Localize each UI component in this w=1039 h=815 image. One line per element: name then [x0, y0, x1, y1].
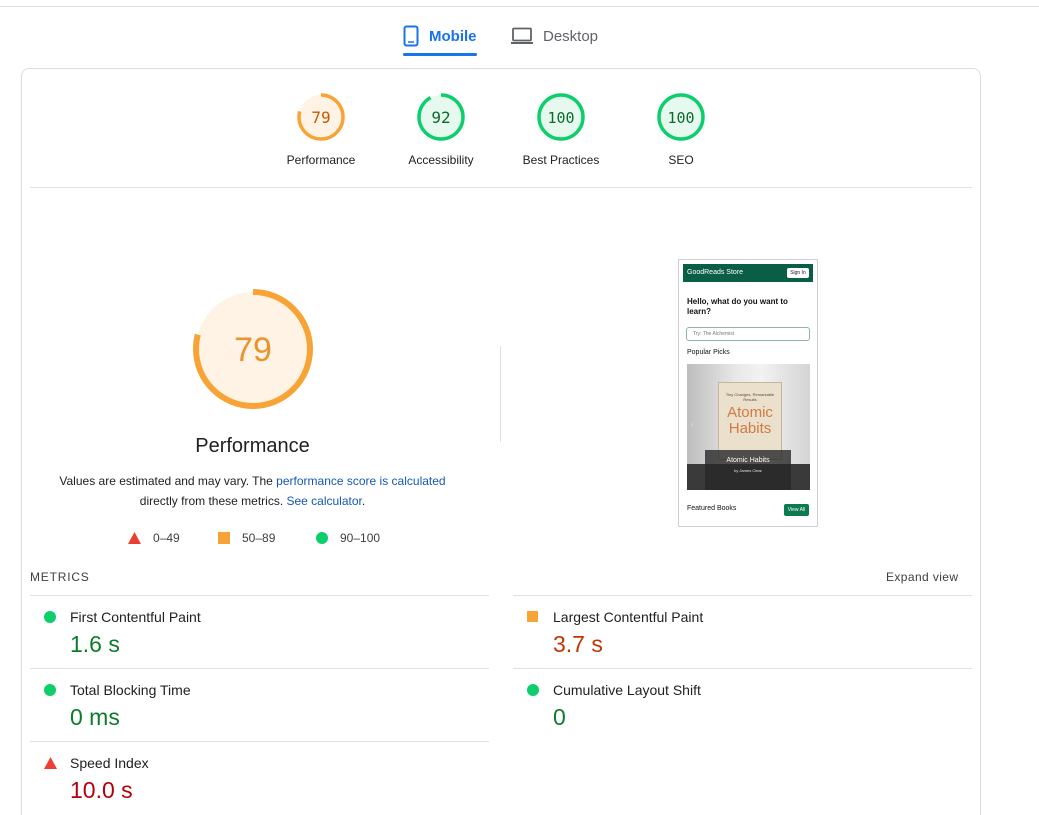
score-calculated-link[interactable]: performance score is calculated	[276, 474, 445, 488]
screenshot-popular-label: Popular Picks	[687, 349, 730, 356]
screenshot-signin: Sign In	[787, 268, 809, 278]
screenshot-featured-label: Featured Books	[687, 505, 737, 512]
performance-description: Values are estimated and may vary. The p…	[40, 471, 465, 511]
book-caption-author: by James Clear	[734, 468, 762, 473]
metric-value: 10.0 s	[70, 777, 133, 803]
laptop-icon	[511, 27, 533, 44]
top-divider	[0, 6, 1039, 7]
book-caption: Atomic Habits by James Clear	[705, 450, 791, 490]
metric-largest-contentful-paint: Largest Contentful Paint 3.7 s	[513, 596, 963, 668]
legend-range: 0–49	[153, 531, 180, 545]
square-icon	[527, 611, 538, 622]
square-icon	[218, 532, 230, 544]
tab-desktop-label: Desktop	[543, 27, 599, 45]
metric-cumulative-layout-shift: Cumulative Layout Shift 0	[513, 669, 963, 741]
gauge-ring: 100	[537, 93, 585, 141]
gauge-ring: 100	[657, 93, 705, 141]
category-gauges: 79 Performance 92 Accessibility 100 Best…	[261, 92, 741, 172]
performance-gauge: 79	[193, 289, 313, 409]
gauge-seo[interactable]: 100 SEO	[621, 92, 741, 167]
gauge-label: SEO	[668, 153, 694, 167]
metric-name: Speed Index	[70, 755, 149, 771]
screenshot-book-image: Tiny Changes, Remarkable Results Atomic …	[687, 364, 810, 490]
gauge-score: 92	[431, 108, 450, 127]
desc-text: .	[361, 494, 366, 508]
metric-name: Largest Contentful Paint	[553, 609, 704, 625]
gauges-divider	[30, 187, 972, 188]
gauge-label: Best Practices	[522, 153, 600, 167]
gauge-best-practices[interactable]: 100 Best Practices	[501, 92, 621, 167]
desc-text: directly from these metrics.	[139, 494, 287, 508]
active-tab-indicator	[403, 53, 477, 56]
tab-mobile-label: Mobile	[429, 27, 477, 45]
expand-view-toggle[interactable]: Expand view	[886, 570, 958, 584]
desc-text: Values are estimated and may vary. The	[59, 474, 277, 488]
metric-value: 0	[553, 704, 566, 730]
legend-poor: 0–49	[128, 531, 180, 545]
metric-speed-index: Speed Index 10.0 s	[30, 742, 480, 814]
book-cover-title: Atomic Habits	[727, 404, 773, 437]
gauge-performance[interactable]: 79 Performance	[261, 92, 381, 167]
chevron-left-icon: ‹	[691, 420, 694, 429]
circle-icon	[527, 684, 539, 696]
page-screenshot[interactable]: GoodReads Store Sign In Hello, what do y…	[678, 259, 818, 527]
gauge-score: 79	[311, 108, 330, 127]
gauge-label: Performance	[286, 153, 356, 167]
phone-icon	[403, 25, 419, 47]
performance-title: Performance	[195, 435, 310, 457]
circle-icon	[44, 611, 56, 623]
metric-name: Cumulative Layout Shift	[553, 682, 701, 698]
metric-value: 1.6 s	[70, 631, 120, 657]
tab-mobile[interactable]: Mobile	[403, 18, 477, 54]
metric-name: First Contentful Paint	[70, 609, 201, 625]
gauge-label: Accessibility	[408, 153, 474, 167]
circle-icon	[44, 684, 56, 696]
book-cover: Tiny Changes, Remarkable Results Atomic …	[718, 382, 782, 460]
tab-desktop[interactable]: Desktop	[511, 18, 598, 54]
legend-average: 50–89	[218, 531, 275, 545]
metric-total-blocking-time: Total Blocking Time 0 ms	[30, 669, 480, 741]
gauge-score: 100	[547, 109, 574, 127]
gauge-accessibility[interactable]: 92 Accessibility	[381, 92, 501, 167]
book-cover-tagline: Tiny Changes, Remarkable Results	[725, 392, 775, 402]
book-caption-title: Atomic Habits	[726, 457, 770, 464]
circle-icon	[316, 532, 328, 544]
metric-name: Total Blocking Time	[70, 682, 191, 698]
legend-range: 50–89	[242, 531, 276, 545]
gauge-score: 100	[667, 109, 694, 127]
screenshot-header: GoodReads Store Sign In	[683, 264, 813, 282]
performance-score: 79	[234, 331, 272, 369]
screenshot-search: Try: The Alchemist	[686, 327, 810, 341]
gauge-ring: 79	[297, 93, 345, 141]
screenshot-heading: Hello, what do you want to learn?	[687, 297, 788, 316]
screenshot-brand: GoodReads Store	[687, 269, 744, 276]
legend-good: 90–100	[316, 531, 380, 545]
vertical-divider	[500, 346, 501, 442]
metric-value: 3.7 s	[553, 631, 603, 657]
triangle-icon	[128, 532, 141, 544]
metric-first-contentful-paint: First Contentful Paint 1.6 s	[30, 596, 480, 668]
screenshot-view-all: View All	[784, 504, 809, 516]
metric-value: 0 ms	[70, 704, 120, 730]
device-tabs: Mobile Desktop	[0, 18, 1039, 58]
legend-range: 90–100	[340, 531, 381, 545]
triangle-icon	[44, 757, 57, 769]
metrics-heading: METRICS	[30, 570, 90, 584]
see-calculator-link[interactable]: See calculator	[286, 494, 361, 508]
gauge-ring: 92	[417, 93, 465, 141]
